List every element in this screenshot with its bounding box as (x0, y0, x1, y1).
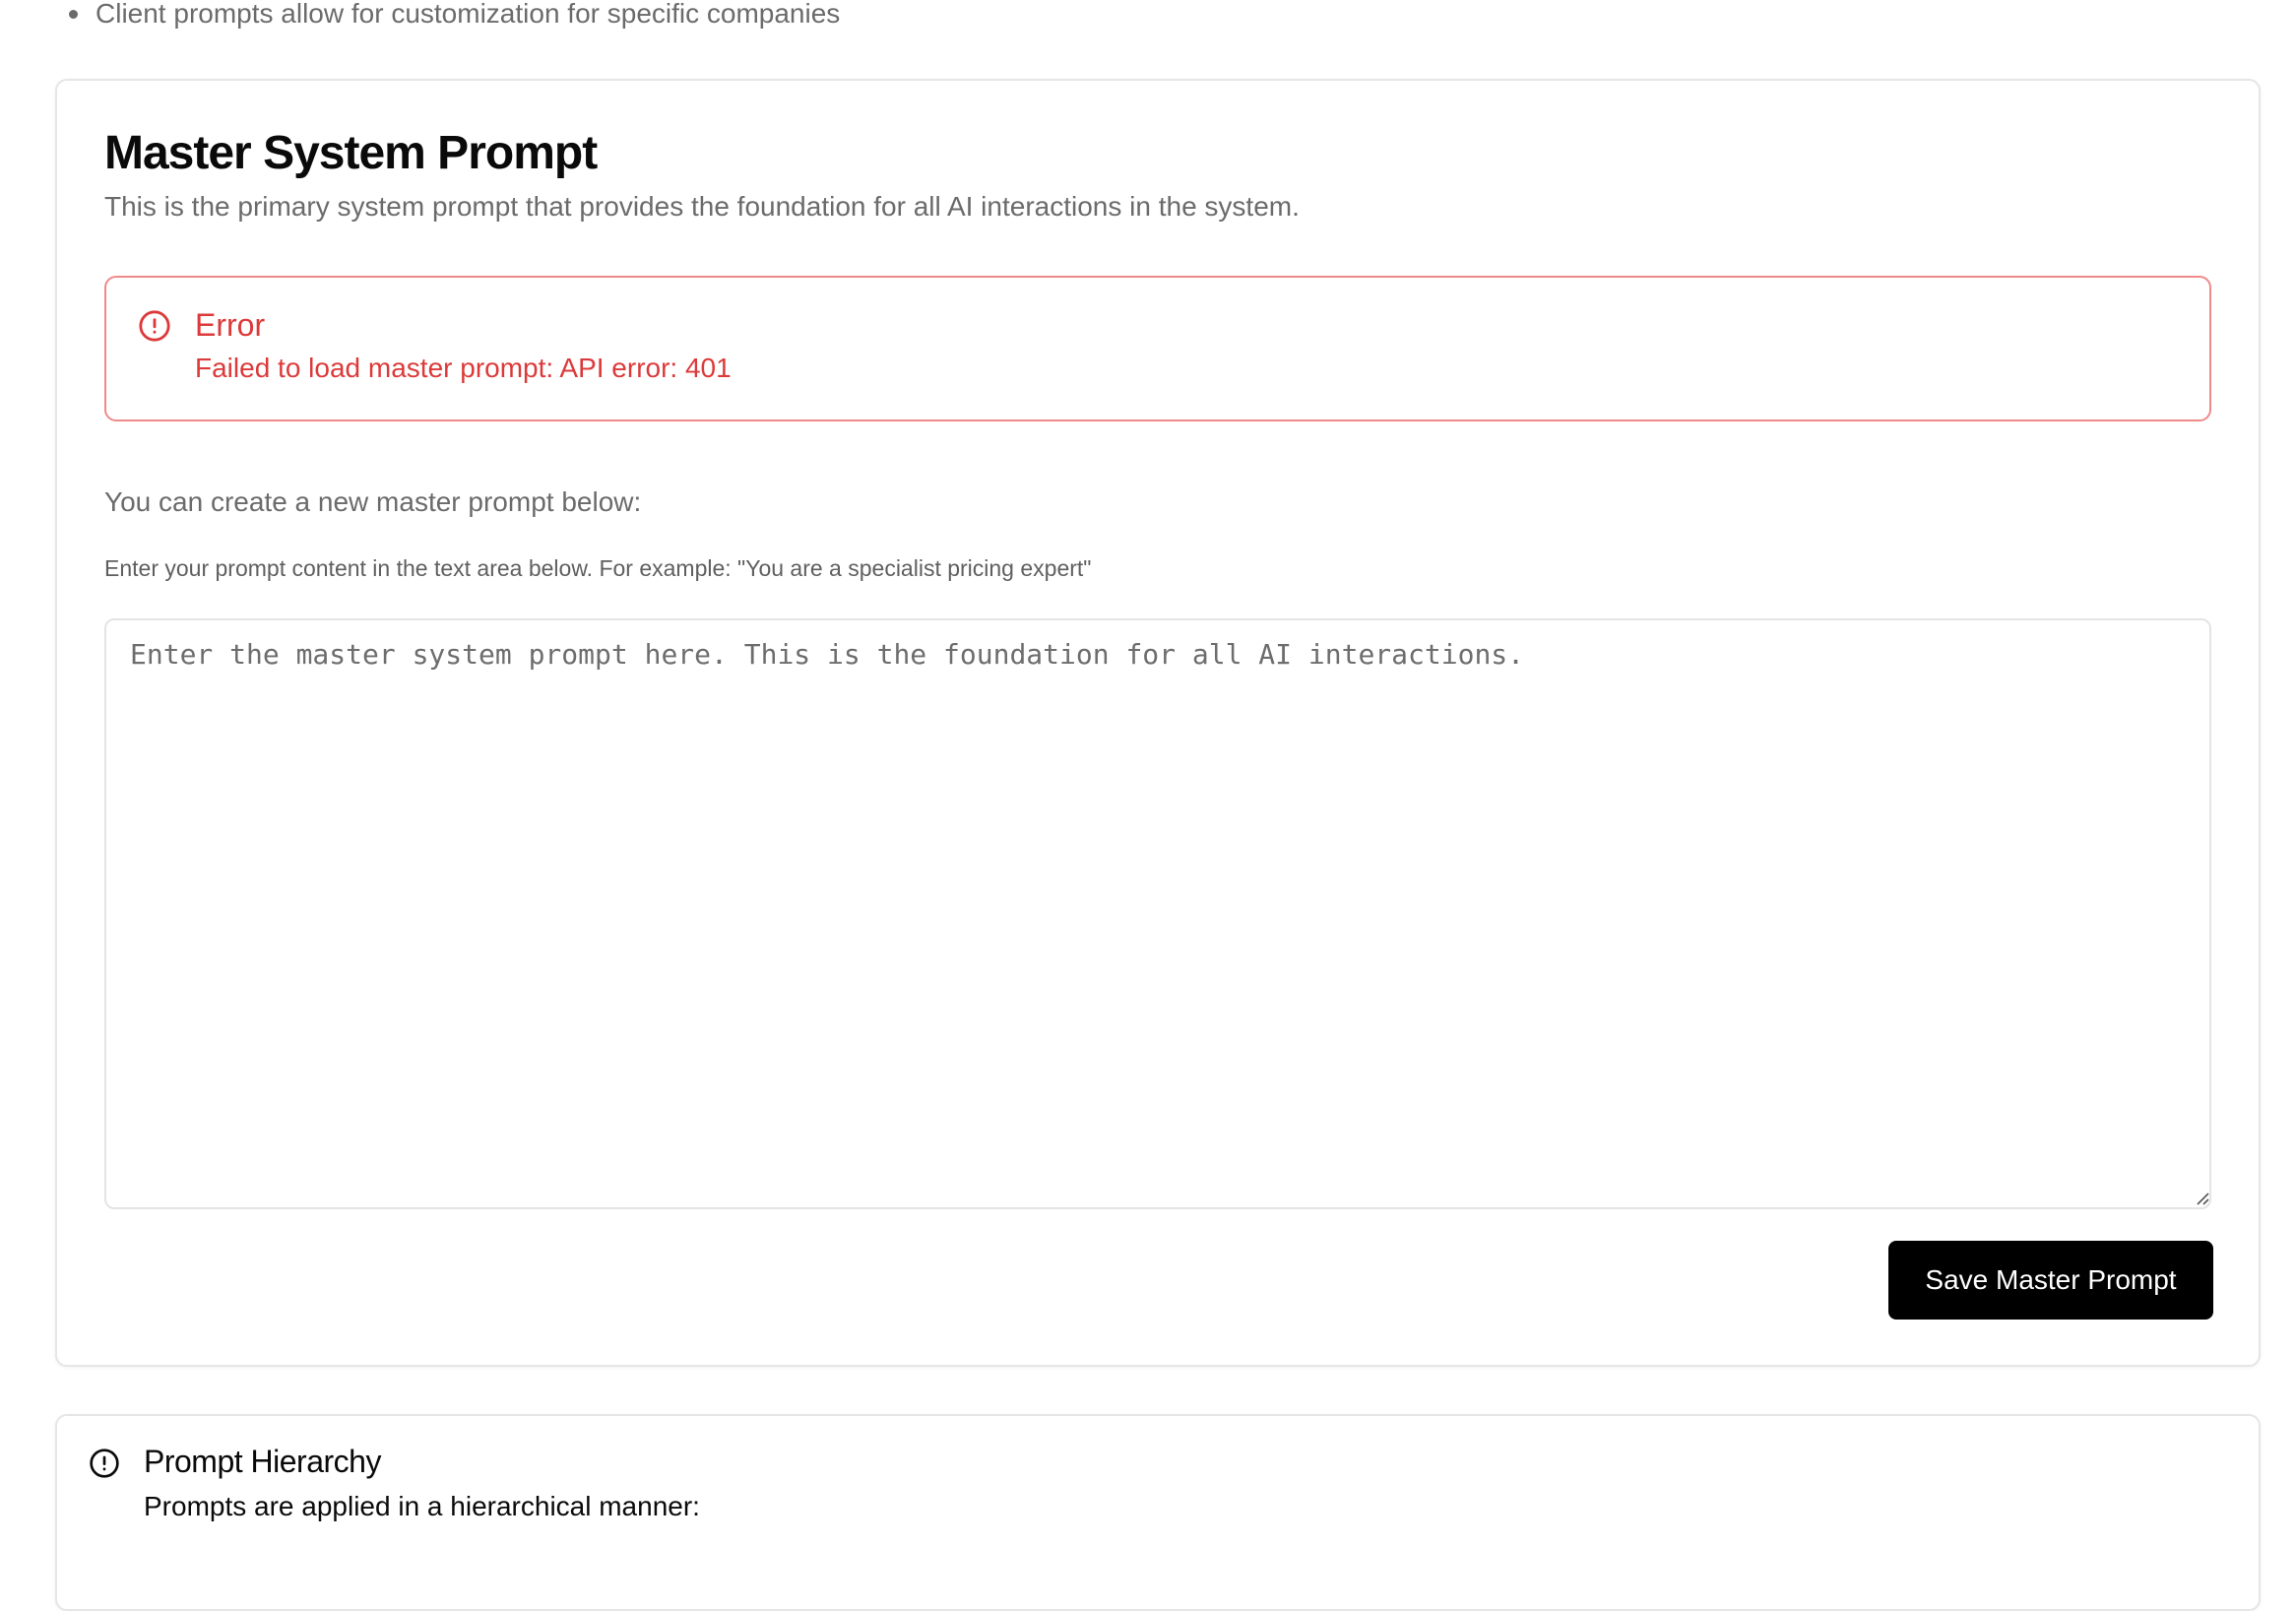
master-prompt-card: Master System Prompt This is the primary… (55, 79, 2261, 1367)
prompt-hint: Enter your prompt content in the text ar… (104, 555, 1092, 581)
prompt-hierarchy-card: Prompt Hierarchy Prompts are applied in … (55, 1414, 2261, 1611)
alert-circle-icon (139, 310, 170, 342)
hierarchy-title: Prompt Hierarchy (144, 1444, 381, 1479)
error-title: Error (195, 307, 266, 343)
info-circle-icon (90, 1449, 119, 1478)
master-prompt-textarea[interactable] (104, 618, 2211, 1209)
card-description: This is the primary system prompt that p… (104, 191, 1300, 222)
hierarchy-description: Prompts are applied in a hierarchical ma… (144, 1491, 700, 1521)
info-list-item: Client prompts allow for customization f… (69, 0, 840, 33)
card-title: Master System Prompt (104, 127, 598, 179)
error-message: Failed to load master prompt: API error:… (195, 353, 732, 383)
info-list-item-text: Client prompts allow for customization f… (96, 0, 841, 29)
create-prompt-label: You can create a new master prompt below… (104, 486, 642, 517)
resize-handle-icon[interactable] (2196, 1192, 2209, 1205)
save-master-prompt-button[interactable]: Save Master Prompt (1888, 1241, 2213, 1320)
error-alert: Error Failed to load master prompt: API … (104, 276, 2211, 421)
bullet-dot (69, 9, 78, 19)
